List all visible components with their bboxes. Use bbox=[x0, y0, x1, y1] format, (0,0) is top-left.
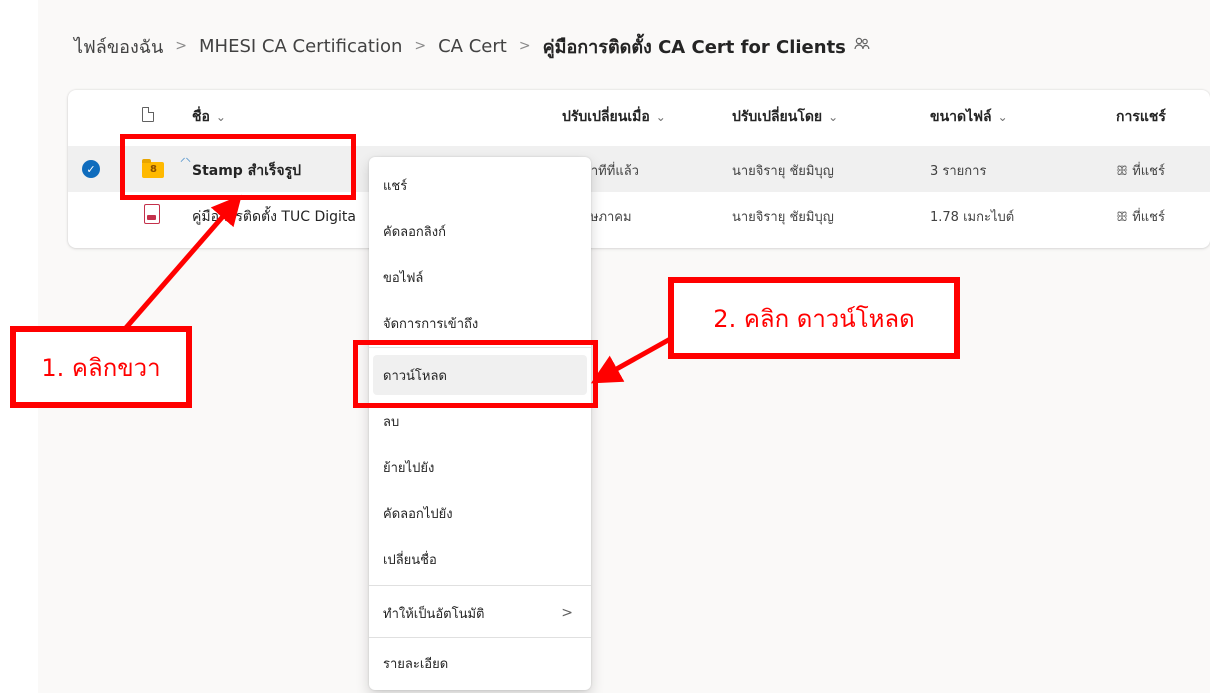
arrow-to-download bbox=[590, 335, 674, 384]
arrow-to-folder bbox=[122, 194, 242, 332]
annotation-step2: 2. คลิก ดาวน์โหลด bbox=[668, 277, 960, 359]
annotation-step1: 1. คลิกขวา bbox=[10, 326, 192, 408]
